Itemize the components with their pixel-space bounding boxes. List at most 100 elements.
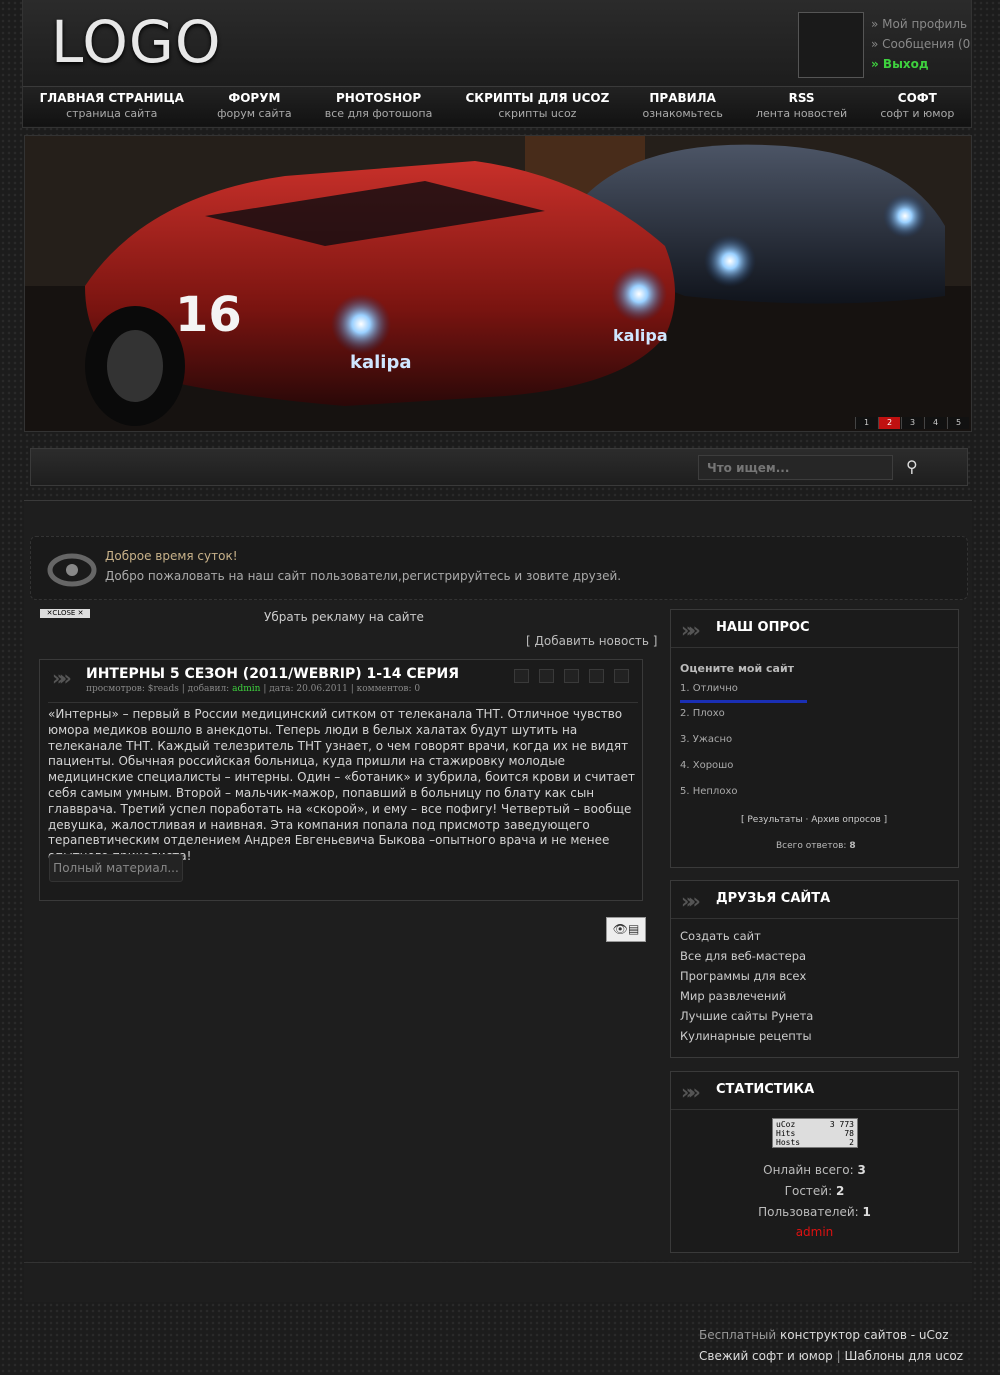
nav-sublabel: скрипты ucoz <box>498 107 577 120</box>
stats-title: СТАТИСТИКА <box>716 1082 815 1097</box>
arrow-icon: »» <box>681 1080 701 1104</box>
counter-total: 3 773 <box>829 1120 854 1129</box>
pager-button[interactable]: 2 <box>878 417 900 429</box>
online-user-link[interactable]: admin <box>671 1225 958 1239</box>
friend-link[interactable]: Программы для всех <box>680 969 806 983</box>
stat-label: Гостей: <box>784 1184 833 1198</box>
poll-total-value: 8 <box>849 841 856 851</box>
welcome-box: Доброе время суток! Добро пожаловать на … <box>30 536 968 600</box>
add-news-link[interactable]: [ Добавить новость ] <box>526 634 657 648</box>
ad-close-button[interactable]: ✕CLOSE ✕ <box>40 609 90 618</box>
site-logo[interactable]: LOGO <box>51 8 222 76</box>
rating-star[interactable] <box>514 669 529 683</box>
search-bar: ⚲ <box>30 448 968 486</box>
nav-soft[interactable]: СОФТ софт и юмор <box>880 87 954 126</box>
news-title[interactable]: ИНТЕРНЫ 5 СЕЗОН (2011/WEBRIP) 1-14 СЕРИЯ <box>86 666 459 682</box>
footer-line-2: Свежий софт и юмор | Шаблоны для ucoz <box>699 1346 963 1367</box>
rating-star[interactable] <box>539 669 554 683</box>
stat-online: Онлайн всего: 3 <box>671 1163 958 1177</box>
poll-question: Оцените мой сайт <box>680 662 795 675</box>
meta-views: $reads <box>147 684 179 694</box>
rating-star[interactable] <box>589 669 604 683</box>
poll-option[interactable]: 4. Хорошо <box>680 760 733 771</box>
meta-label: | добавил: <box>181 684 230 694</box>
site-header: LOGO » Мой профиль » Сообщения (0) » Вых… <box>22 0 972 128</box>
nav-rss[interactable]: RSS лента новостей <box>756 87 847 126</box>
ucoz-counter[interactable]: uCoz 3 773 Hits 78 Hosts 2 <box>772 1118 858 1148</box>
arrow-icon: »» <box>681 889 701 913</box>
nav-sublabel: страница сайта <box>66 107 158 120</box>
pager-button[interactable]: 1 <box>855 417 877 429</box>
nav-photoshop[interactable]: PHOTOSHOP все для фотошопа <box>325 87 433 126</box>
svg-text:kalipa: kalipa <box>350 352 412 373</box>
search-input[interactable] <box>698 455 893 480</box>
svg-text:16: 16 <box>175 287 242 343</box>
friend-link[interactable]: Все для веб-мастера <box>680 949 806 963</box>
welcome-message: Добро пожаловать на наш сайт пользовател… <box>105 569 622 583</box>
counter-brand: uCoz <box>776 1120 796 1129</box>
news-entry: »» ИНТЕРНЫ 5 СЕЗОН (2011/WEBRIP) 1-14 СЕ… <box>39 659 643 901</box>
friend-link[interactable]: Создать сайт <box>680 929 761 943</box>
stat-value: 2 <box>835 1184 845 1198</box>
pager-button[interactable]: 3 <box>901 417 923 429</box>
nav-forum[interactable]: ФОРУМ форум сайта <box>217 87 292 126</box>
stats-block: »» СТАТИСТИКА uCoz 3 773 Hits 78 Hosts 2 Он… <box>670 1071 959 1253</box>
meta-author-link[interactable]: admin <box>232 684 260 694</box>
rating-boxes <box>514 669 629 683</box>
arrow-icon: »» <box>52 666 72 690</box>
friend-link[interactable]: Мир развлечений <box>680 989 786 1003</box>
user-avatar[interactable] <box>798 12 864 78</box>
footer-templates-link[interactable]: Шаблоны для ucoz <box>845 1349 964 1363</box>
nav-label: СОФТ <box>897 91 937 105</box>
ucoz-constructor-link[interactable]: конструктор сайтов <box>780 1328 907 1342</box>
counter-label: Hits <box>776 1129 796 1138</box>
nav-label: PHOTOSHOP <box>336 91 422 105</box>
nav-label: ПРАВИЛА <box>649 91 716 105</box>
footer-soft-link[interactable]: Свежий софт и юмор <box>699 1349 833 1363</box>
friends-header: »» ДРУЗЬЯ САЙТА <box>671 881 958 919</box>
nav-label: ФОРУМ <box>228 91 281 105</box>
main-nav: ГЛАВНАЯ СТРАНИЦА страница сайта ФОРУМ фору… <box>23 86 971 126</box>
read-more-button[interactable]: Полный материал... <box>49 854 183 882</box>
poll-option[interactable]: 2. Плохо <box>680 708 725 719</box>
poll-links[interactable]: [ Результаты · Архив опросов ] <box>741 815 887 825</box>
stat-users: Пользователей: 1 <box>671 1205 958 1219</box>
pager-button[interactable]: 4 <box>924 417 946 429</box>
news-body: «Интерны» – первый в России медицинский … <box>48 702 638 865</box>
friends-title: ДРУЗЬЯ САЙТА <box>716 891 831 906</box>
poll-option[interactable]: 5. Неплохо <box>680 786 737 797</box>
poll-result-bar <box>680 700 807 703</box>
poll-total-label: Всего ответов: <box>776 841 847 851</box>
footer-line-1: Бесплатный конструктор сайтов - uCoz <box>699 1325 963 1346</box>
nav-sublabel: лента новостей <box>756 107 848 120</box>
rating-star[interactable] <box>564 669 579 683</box>
user-links: » Мой профиль » Сообщения (0) » Выход <box>871 14 971 74</box>
poll-option[interactable]: 3. Ужасно <box>680 734 732 745</box>
logout-link[interactable]: » Выход <box>871 54 971 74</box>
banner-slider[interactable]: 16 kalipa kalipa 1 2 3 4 5 <box>24 135 972 432</box>
friends-block: »» ДРУЗЬЯ САЙТА Создать сайт Все для веб… <box>670 880 959 1058</box>
nav-home[interactable]: ГЛАВНАЯ СТРАНИЦА страница сайта <box>40 87 184 126</box>
arrow-icon: »» <box>681 618 701 642</box>
messages-link[interactable]: » Сообщения (0) <box>871 34 971 54</box>
friend-link[interactable]: Кулинарные рецепты <box>680 1029 812 1043</box>
my-profile-link[interactable]: » Мой профиль <box>871 14 971 34</box>
friend-link[interactable]: Лучшие сайты Рунета <box>680 1009 813 1023</box>
stats-header: »» СТАТИСТИКА <box>671 1072 958 1110</box>
nav-sublabel: софт и юмор <box>880 107 955 120</box>
remove-ads-link[interactable]: Убрать рекламу на сайте <box>264 610 424 624</box>
search-icon[interactable]: ⚲ <box>906 457 918 476</box>
welcome-logo-icon <box>47 553 97 587</box>
rating-star[interactable] <box>614 669 629 683</box>
stat-label: Пользователей: <box>758 1205 859 1219</box>
nav-scripts[interactable]: СКРИПТЫ ДЛЯ UCOZ скрипты ucoz <box>465 87 609 126</box>
counter-hits: 78 <box>844 1129 854 1138</box>
nav-sublabel: ознакомьтесь <box>642 107 723 120</box>
news-meta: просмотров: $reads | добавил: admin | да… <box>86 684 420 694</box>
view-print-icons[interactable]: 👁▤ <box>606 917 646 942</box>
banner-pager: 1 2 3 4 5 <box>855 417 969 429</box>
nav-rules[interactable]: ПРАВИЛА ознакомьтесь <box>642 87 722 126</box>
poll-block: »» НАШ ОПРОС Оцените мой сайт 1. Отлично… <box>670 609 959 868</box>
poll-option[interactable]: 1. Отлично <box>680 683 738 694</box>
pager-button[interactable]: 5 <box>947 417 969 429</box>
